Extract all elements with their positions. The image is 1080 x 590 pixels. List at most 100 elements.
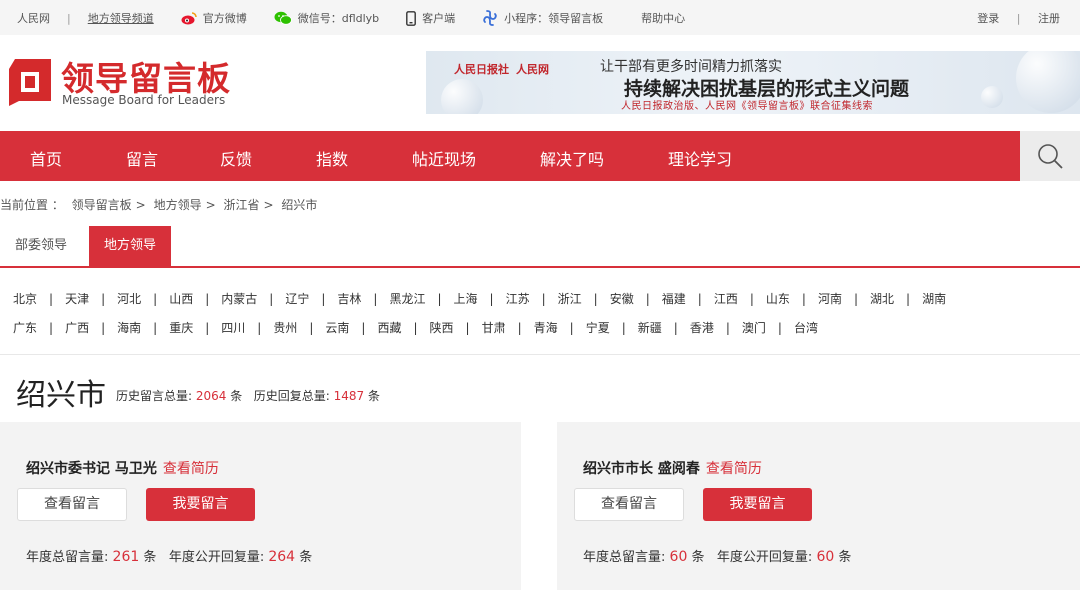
- province-separator: |: [541, 292, 546, 306]
- province-link[interactable]: 河南: [818, 290, 842, 307]
- province-link[interactable]: 甘肃: [482, 319, 506, 336]
- help-link[interactable]: 帮助中心: [641, 10, 685, 26]
- nav-item-solved[interactable]: 解决了吗: [540, 146, 604, 170]
- province-separator: |: [49, 292, 54, 306]
- province-link[interactable]: 辽宁: [285, 290, 309, 307]
- leader-title: 绍兴市市长 盛阅春 查看简历: [583, 458, 762, 478]
- province-link[interactable]: 福建: [662, 290, 686, 307]
- banner-brand-peoples-daily: 人民日报社: [454, 63, 509, 76]
- province-link[interactable]: 江苏: [506, 290, 530, 307]
- post-message-button[interactable]: 我要留言: [703, 488, 812, 521]
- client-link[interactable]: 客户端: [406, 10, 455, 26]
- post-message-button[interactable]: 我要留言: [146, 488, 255, 521]
- leader-card-mayor: 绍兴市市长 盛阅春 查看简历 查看留言 我要留言 年度总留言量: 60 条 年度公…: [557, 422, 1080, 590]
- miniprogram-link[interactable]: 小程序：领导留言板: [482, 10, 603, 26]
- logo-subtitle: Message Board for Leaders: [62, 93, 226, 107]
- province-link[interactable]: 重庆: [169, 319, 193, 336]
- login-link[interactable]: 登录: [977, 12, 999, 25]
- province-separator: |: [205, 292, 210, 306]
- decor-bubble: [981, 86, 1003, 108]
- province-separator: |: [269, 292, 274, 306]
- view-resume-link[interactable]: 查看简历: [163, 461, 219, 477]
- province-separator: |: [906, 292, 911, 306]
- province-link[interactable]: 新疆: [638, 319, 662, 336]
- city-title: 绍兴市: [16, 378, 106, 413]
- province-link[interactable]: 天津: [65, 290, 89, 307]
- top-utility-bar: 人民网 | 地方领导频道 官方微博 微信号：dfldlyb 客户端 小程序：领导…: [0, 0, 1080, 35]
- province-link[interactable]: 香港: [690, 319, 714, 336]
- unit: 条: [299, 550, 313, 565]
- province-link[interactable]: 北京: [13, 290, 37, 307]
- breadcrumb-item[interactable]: 领导留言板: [72, 198, 132, 212]
- province-link[interactable]: 湖北: [870, 290, 894, 307]
- campaign-banner[interactable]: 人民日报社 人民网 让干部有更多时间精力抓落实 持续解决困扰基层的形式主义问题 …: [426, 51, 1080, 114]
- logo-mark-icon[interactable]: [5, 57, 53, 106]
- leader-name: 绍兴市委书记 马卫光: [26, 461, 157, 477]
- province-link[interactable]: 湖南: [922, 290, 946, 307]
- tab-local-leaders[interactable]: 地方领导: [89, 226, 172, 266]
- province-link[interactable]: 陕西: [430, 319, 454, 336]
- weibo-link[interactable]: 官方微博: [181, 10, 247, 26]
- province-link[interactable]: 山东: [766, 290, 790, 307]
- view-messages-button[interactable]: 查看留言: [17, 488, 127, 521]
- province-separator: |: [569, 321, 574, 335]
- province-link[interactable]: 西藏: [377, 319, 401, 336]
- unit: 条: [838, 550, 852, 565]
- nav-item-home[interactable]: 首页: [30, 146, 62, 170]
- province-separator: |: [413, 321, 418, 335]
- province-separator: |: [153, 321, 158, 335]
- nav-item-theory[interactable]: 理论学习: [668, 146, 732, 170]
- search-icon: [1038, 144, 1063, 169]
- province-link[interactable]: 内蒙古: [221, 290, 257, 307]
- province-link[interactable]: 广东: [13, 319, 37, 336]
- province-link[interactable]: 海南: [117, 319, 141, 336]
- view-messages-button[interactable]: 查看留言: [574, 488, 684, 521]
- province-link[interactable]: 山西: [169, 290, 193, 307]
- province-link[interactable]: 上海: [454, 290, 478, 307]
- leader-stats: 年度总留言量: 261 条 年度公开回复量: 264 条: [26, 546, 312, 565]
- nav-item-index[interactable]: 指数: [316, 146, 348, 170]
- province-link[interactable]: 云南: [325, 319, 349, 336]
- province-separator: |: [101, 292, 106, 306]
- channel-link[interactable]: 地方领导频道: [88, 10, 154, 26]
- register-link[interactable]: 注册: [1038, 12, 1060, 25]
- separator: |: [67, 11, 71, 25]
- nav-item-feedback[interactable]: 反馈: [220, 146, 252, 170]
- province-separator: |: [697, 292, 702, 306]
- banner-line-1: 让干部有更多时间精力抓落实: [600, 59, 782, 75]
- nav-item-messages[interactable]: 留言: [126, 146, 158, 170]
- province-link[interactable]: 黑龙江: [389, 290, 425, 307]
- search-button[interactable]: [1020, 131, 1080, 181]
- unit: 条: [143, 550, 157, 565]
- province-separator: |: [517, 321, 522, 335]
- phone-icon: [406, 10, 417, 26]
- site-link[interactable]: 人民网: [17, 10, 50, 26]
- province-link[interactable]: 安徽: [610, 290, 634, 307]
- province-link[interactable]: 青海: [534, 319, 558, 336]
- province-link[interactable]: 河北: [117, 290, 141, 307]
- weibo-icon: [181, 11, 197, 24]
- breadcrumb: 当前位置 ： 领导留言板 > 地方领导 > 浙江省 > 绍兴市: [0, 196, 321, 213]
- province-link[interactable]: 江西: [714, 290, 738, 307]
- unit: 条: [367, 389, 380, 403]
- province-link[interactable]: 广西: [65, 319, 89, 336]
- province-link[interactable]: 浙江: [558, 290, 582, 307]
- province-link[interactable]: 澳门: [742, 319, 766, 336]
- view-resume-link[interactable]: 查看简历: [706, 461, 762, 477]
- tab-ministry-leaders[interactable]: 部委领导: [0, 226, 82, 266]
- leader-card-secretary: 绍兴市委书记 马卫光 查看简历 查看留言 我要留言 年度总留言量: 261 条 年…: [0, 422, 521, 590]
- province-link[interactable]: 台湾: [794, 319, 818, 336]
- nav-item-onsite[interactable]: 帖近现场: [412, 146, 476, 170]
- city-stats: 历史留言总量: 2064 条 历史回复总量: 1487 条: [116, 387, 380, 404]
- breadcrumb-item[interactable]: 浙江省: [223, 198, 259, 212]
- province-link[interactable]: 贵州: [273, 319, 297, 336]
- decor-bubble: [1016, 51, 1080, 113]
- province-link[interactable]: 吉林: [337, 290, 361, 307]
- province-separator: |: [205, 321, 210, 335]
- province-link[interactable]: 四川: [221, 319, 245, 336]
- wechat-link[interactable]: 微信号：dfldlyb: [274, 10, 379, 26]
- province-link[interactable]: 宁夏: [586, 319, 610, 336]
- year-reply-label: 年度公开回复量:: [168, 550, 265, 565]
- breadcrumb-item[interactable]: 地方领导: [154, 198, 202, 212]
- unit: 条: [691, 550, 705, 565]
